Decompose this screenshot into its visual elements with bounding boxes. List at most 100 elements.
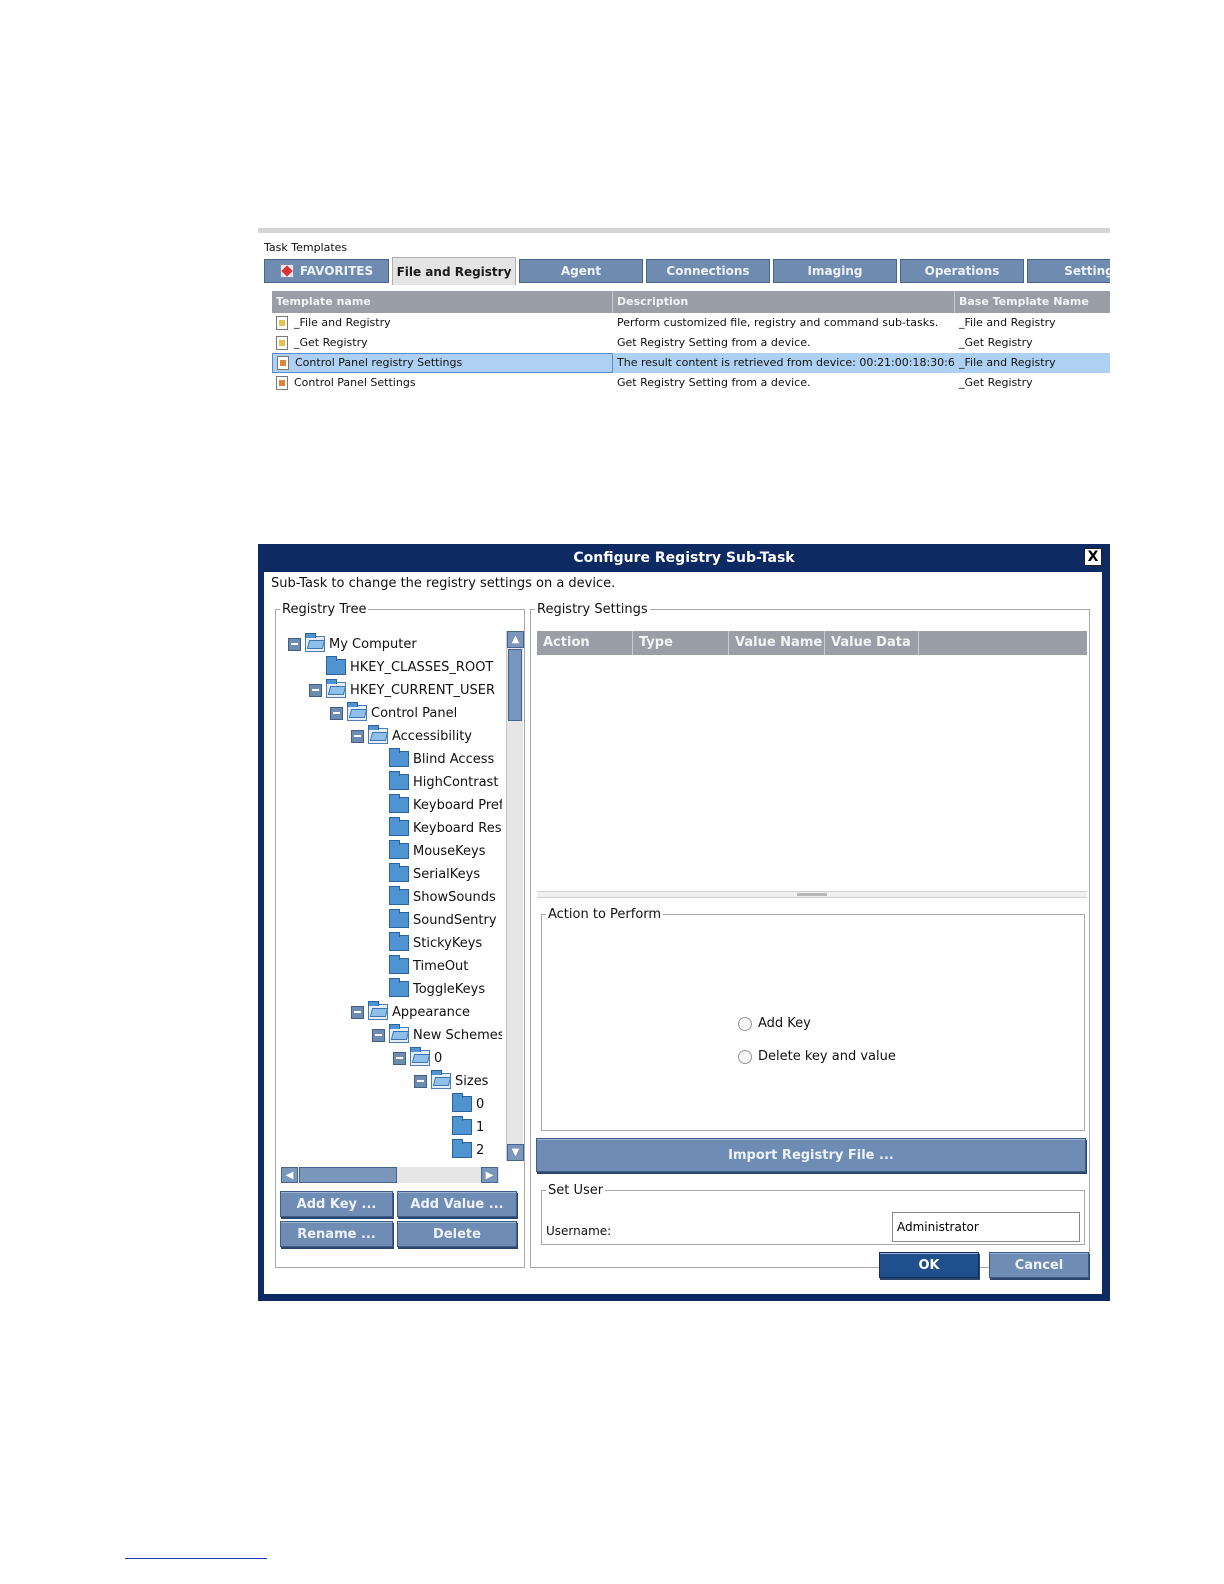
table-row[interactable]: Control Panel Settings Get Registry Sett… — [272, 373, 1110, 393]
tree-node[interactable]: Keyboard Res — [389, 817, 501, 839]
folder-icon — [389, 886, 409, 905]
scroll-left-icon[interactable]: ◀ — [281, 1167, 298, 1183]
collapse-icon[interactable] — [330, 706, 343, 720]
folder-open-icon — [431, 1070, 451, 1089]
tab-favorites[interactable]: FAVORITES — [264, 259, 389, 283]
add-value-button[interactable]: Add Value ... — [397, 1191, 517, 1217]
tree-node[interactable]: 2 — [452, 1139, 484, 1161]
tree-node[interactable]: SoundSentry — [389, 909, 497, 931]
collapse-icon[interactable] — [351, 729, 364, 743]
scroll-right-icon[interactable]: ▶ — [481, 1167, 498, 1183]
tree-node[interactable]: 0 — [393, 1047, 442, 1069]
folder-open-icon — [389, 1024, 409, 1043]
collapse-icon[interactable] — [309, 683, 322, 697]
action-to-perform-legend: Action to Perform — [548, 907, 662, 922]
tree-node[interactable]: ToggleKeys — [389, 978, 485, 1000]
column-header-action[interactable]: Action — [537, 631, 633, 655]
tree-node[interactable]: Accessibility — [351, 725, 472, 747]
tree-node[interactable]: TimeOut — [389, 955, 468, 977]
tree-node[interactable]: HKEY_CURRENT_USER — [309, 679, 495, 701]
registry-tree-view[interactable]: My Computer HKEY_CLASSES_ROOT HKEY_CURRE… — [280, 631, 502, 1161]
tree-node[interactable]: ShowSounds — [389, 886, 496, 908]
set-user-legend: Set User — [548, 1183, 604, 1198]
username-field[interactable] — [892, 1212, 1080, 1242]
tree-node[interactable]: Control Panel — [330, 702, 457, 724]
rename-button[interactable]: Rename ... — [280, 1221, 393, 1247]
scroll-thumb[interactable] — [508, 649, 522, 721]
template-name: Control Panel Settings — [294, 376, 416, 389]
table-row-selected[interactable]: Control Panel registry Settings The resu… — [272, 353, 1110, 373]
ok-button[interactable]: OK — [879, 1252, 979, 1278]
tree-node[interactable]: New Schemes — [372, 1024, 502, 1046]
table-row[interactable]: _File and Registry Perform customized fi… — [272, 313, 1110, 333]
template-base: _Get Registry — [959, 336, 1033, 349]
tree-node[interactable]: Sizes — [414, 1070, 488, 1092]
username-label: Username: — [546, 1224, 612, 1238]
folder-open-icon — [305, 633, 325, 652]
delete-button[interactable]: Delete — [397, 1221, 517, 1247]
dialog-body: Sub-Task to change the registry settings… — [264, 572, 1102, 1294]
column-header-template-name[interactable]: Template name — [272, 291, 613, 313]
tree-node-my-computer[interactable]: My Computer — [288, 633, 417, 655]
pane-splitter[interactable] — [537, 891, 1087, 898]
column-header-type[interactable]: Type — [633, 631, 729, 655]
tree-node[interactable]: StickyKeys — [389, 932, 482, 954]
tree-node[interactable]: SerialKeys — [389, 863, 480, 885]
column-header-base-template[interactable]: Base Template Name — [955, 291, 1110, 313]
tab-agent[interactable]: Agent — [519, 259, 643, 283]
tree-vertical-scrollbar[interactable]: ▲ ▼ — [506, 631, 524, 1161]
tree-horizontal-scrollbar[interactable]: ◀ ▶ — [281, 1167, 499, 1183]
collapse-icon[interactable] — [393, 1051, 406, 1065]
scroll-down-icon[interactable]: ▼ — [507, 1144, 524, 1161]
folder-icon — [389, 978, 409, 997]
folder-icon — [452, 1116, 472, 1135]
template-table: Template name Description Base Template … — [272, 291, 1110, 393]
template-icon — [276, 376, 288, 390]
close-button[interactable]: X — [1084, 548, 1102, 566]
template-name: _Get Registry — [294, 336, 368, 349]
collapse-icon[interactable] — [372, 1028, 385, 1042]
folder-icon — [389, 909, 409, 928]
folder-open-icon — [368, 725, 388, 744]
registry-settings-legend: Registry Settings — [537, 602, 648, 617]
tab-imaging[interactable]: Imaging — [773, 259, 897, 283]
folder-open-icon — [347, 702, 367, 721]
add-key-radio[interactable]: Add Key — [738, 1016, 811, 1031]
registry-settings-table-header: Action Type Value Name Value Data — [537, 631, 1087, 655]
add-key-button[interactable]: Add Key ... — [280, 1191, 393, 1217]
template-base: _File and Registry — [959, 356, 1056, 369]
tree-node[interactable]: Appearance — [351, 1001, 470, 1023]
import-registry-file-button[interactable]: Import Registry File ... — [536, 1138, 1086, 1172]
tree-node[interactable]: HighContrast — [389, 771, 498, 793]
template-icon — [276, 336, 288, 350]
tab-file-and-registry[interactable]: File and Registry — [392, 257, 516, 285]
tree-node[interactable]: Keyboard Pref — [389, 794, 502, 816]
cancel-button[interactable]: Cancel — [989, 1252, 1089, 1278]
column-header-value-data[interactable]: Value Data — [825, 631, 919, 655]
tree-node[interactable]: HKEY_CLASSES_ROOT — [326, 656, 493, 678]
tree-node[interactable]: 0 — [452, 1093, 484, 1115]
radio-icon — [738, 1049, 752, 1064]
collapse-icon[interactable] — [414, 1074, 427, 1088]
template-description: Get Registry Setting from a device. — [617, 336, 811, 349]
column-header-value-name[interactable]: Value Name — [729, 631, 825, 655]
table-row[interactable]: _Get Registry Get Registry Setting from … — [272, 333, 1110, 353]
scroll-up-icon[interactable]: ▲ — [507, 631, 524, 648]
folder-icon — [389, 748, 409, 767]
folder-icon — [389, 863, 409, 882]
column-header-description[interactable]: Description — [613, 291, 955, 313]
folder-open-icon — [326, 679, 346, 698]
folder-icon — [452, 1093, 472, 1112]
collapse-icon[interactable] — [288, 637, 301, 651]
tree-node[interactable]: MouseKeys — [389, 840, 486, 862]
tree-node[interactable]: Blind Access — [389, 748, 494, 770]
tab-operations[interactable]: Operations — [900, 259, 1024, 283]
scroll-thumb[interactable] — [299, 1167, 397, 1183]
tree-node[interactable]: 1 — [452, 1116, 484, 1138]
registry-settings-group: Registry Settings Action Type Value Name… — [530, 602, 1090, 1268]
tab-settings[interactable]: Setting — [1027, 259, 1110, 283]
tab-connections[interactable]: Connections — [646, 259, 770, 283]
delete-key-radio[interactable]: Delete key and value — [738, 1049, 896, 1064]
folder-icon — [389, 817, 409, 836]
collapse-icon[interactable] — [351, 1005, 364, 1019]
